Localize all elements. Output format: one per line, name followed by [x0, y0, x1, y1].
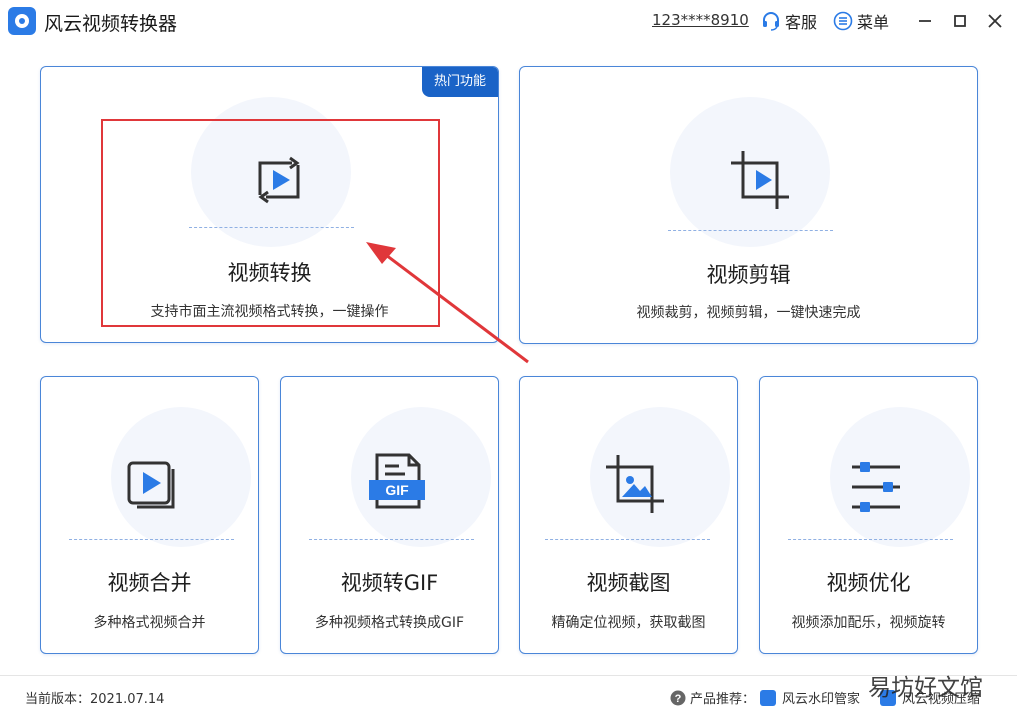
- video-screenshot-card[interactable]: 视频截图 精确定位视频，获取截图: [519, 376, 738, 654]
- merge-desc: 多种格式视频合并: [93, 615, 206, 631]
- maximize-icon[interactable]: [949, 10, 971, 32]
- menu-button[interactable]: 菜单: [833, 9, 889, 33]
- version-label: 当前版本：2021.07.14: [25, 692, 165, 707]
- gif-file-icon: GIF: [369, 453, 425, 509]
- product-link-watermark[interactable]: 风云水印管家: [760, 688, 860, 707]
- site-watermark: 易坊好文馆: [868, 675, 983, 701]
- crop-icon: [731, 151, 789, 209]
- convert-title: 视频转换: [227, 261, 312, 285]
- svg-text:?: ?: [675, 693, 682, 705]
- recommend-label: 产品推荐：: [690, 692, 756, 707]
- edit-desc: 视频裁剪，视频剪辑，一键快速完成: [636, 305, 861, 321]
- gif-title: 视频转GIF: [340, 571, 439, 595]
- merge-icon: [127, 461, 175, 509]
- edit-title: 视频剪辑: [706, 263, 791, 287]
- video-convert-card[interactable]: 热门功能 视频转换 支持市面主流视频格式转换，一键操作: [40, 66, 499, 343]
- product-recommend: ? 产品推荐：: [670, 688, 755, 707]
- watermark-app-icon: [760, 689, 776, 706]
- product-name-watermark: 风云水印管家: [782, 692, 861, 707]
- sliders-icon: [852, 462, 900, 512]
- screenshot-title: 视频截图: [586, 571, 671, 595]
- optimize-title: 视频优化: [826, 571, 911, 595]
- app-logo-icon: [8, 7, 36, 35]
- video-optimize-card[interactable]: 视频优化 视频添加配乐，视频旋转: [759, 376, 978, 654]
- screenshot-icon: [606, 455, 664, 513]
- account-link[interactable]: 123****8910: [652, 11, 749, 29]
- minimize-icon[interactable]: [914, 10, 936, 32]
- menu-label: 菜单: [857, 13, 890, 32]
- menu-icon: [833, 11, 853, 31]
- footer-divider: [0, 675, 1017, 676]
- convert-desc: 支持市面主流视频格式转换，一键操作: [150, 304, 389, 320]
- customer-service-label: 客服: [785, 13, 818, 32]
- optimize-desc: 视频添加配乐，视频旋转: [791, 615, 946, 631]
- title-bar: 风云视频转换器 123****8910 客服 菜单: [0, 0, 1017, 42]
- help-icon: ?: [670, 690, 686, 705]
- video-edit-card[interactable]: 视频剪辑 视频裁剪，视频剪辑，一键快速完成: [519, 66, 978, 344]
- hot-feature-badge: 热门功能: [422, 67, 498, 97]
- gif-icon-text: GIF: [385, 482, 409, 498]
- video-to-gif-card[interactable]: GIF 视频转GIF 多种视频格式转换成GIF: [280, 376, 499, 654]
- video-merge-card[interactable]: 视频合并 多种格式视频合并: [40, 376, 259, 654]
- merge-title: 视频合并: [107, 571, 192, 595]
- customer-service-button[interactable]: 客服: [761, 9, 817, 33]
- gif-desc: 多种视频格式转换成GIF: [314, 615, 465, 631]
- screenshot-desc: 精确定位视频，获取截图: [551, 615, 706, 631]
- headset-icon: [763, 12, 779, 31]
- convert-icon: [258, 156, 300, 204]
- close-icon[interactable]: [984, 10, 1006, 32]
- app-title: 风云视频转换器: [44, 13, 178, 35]
